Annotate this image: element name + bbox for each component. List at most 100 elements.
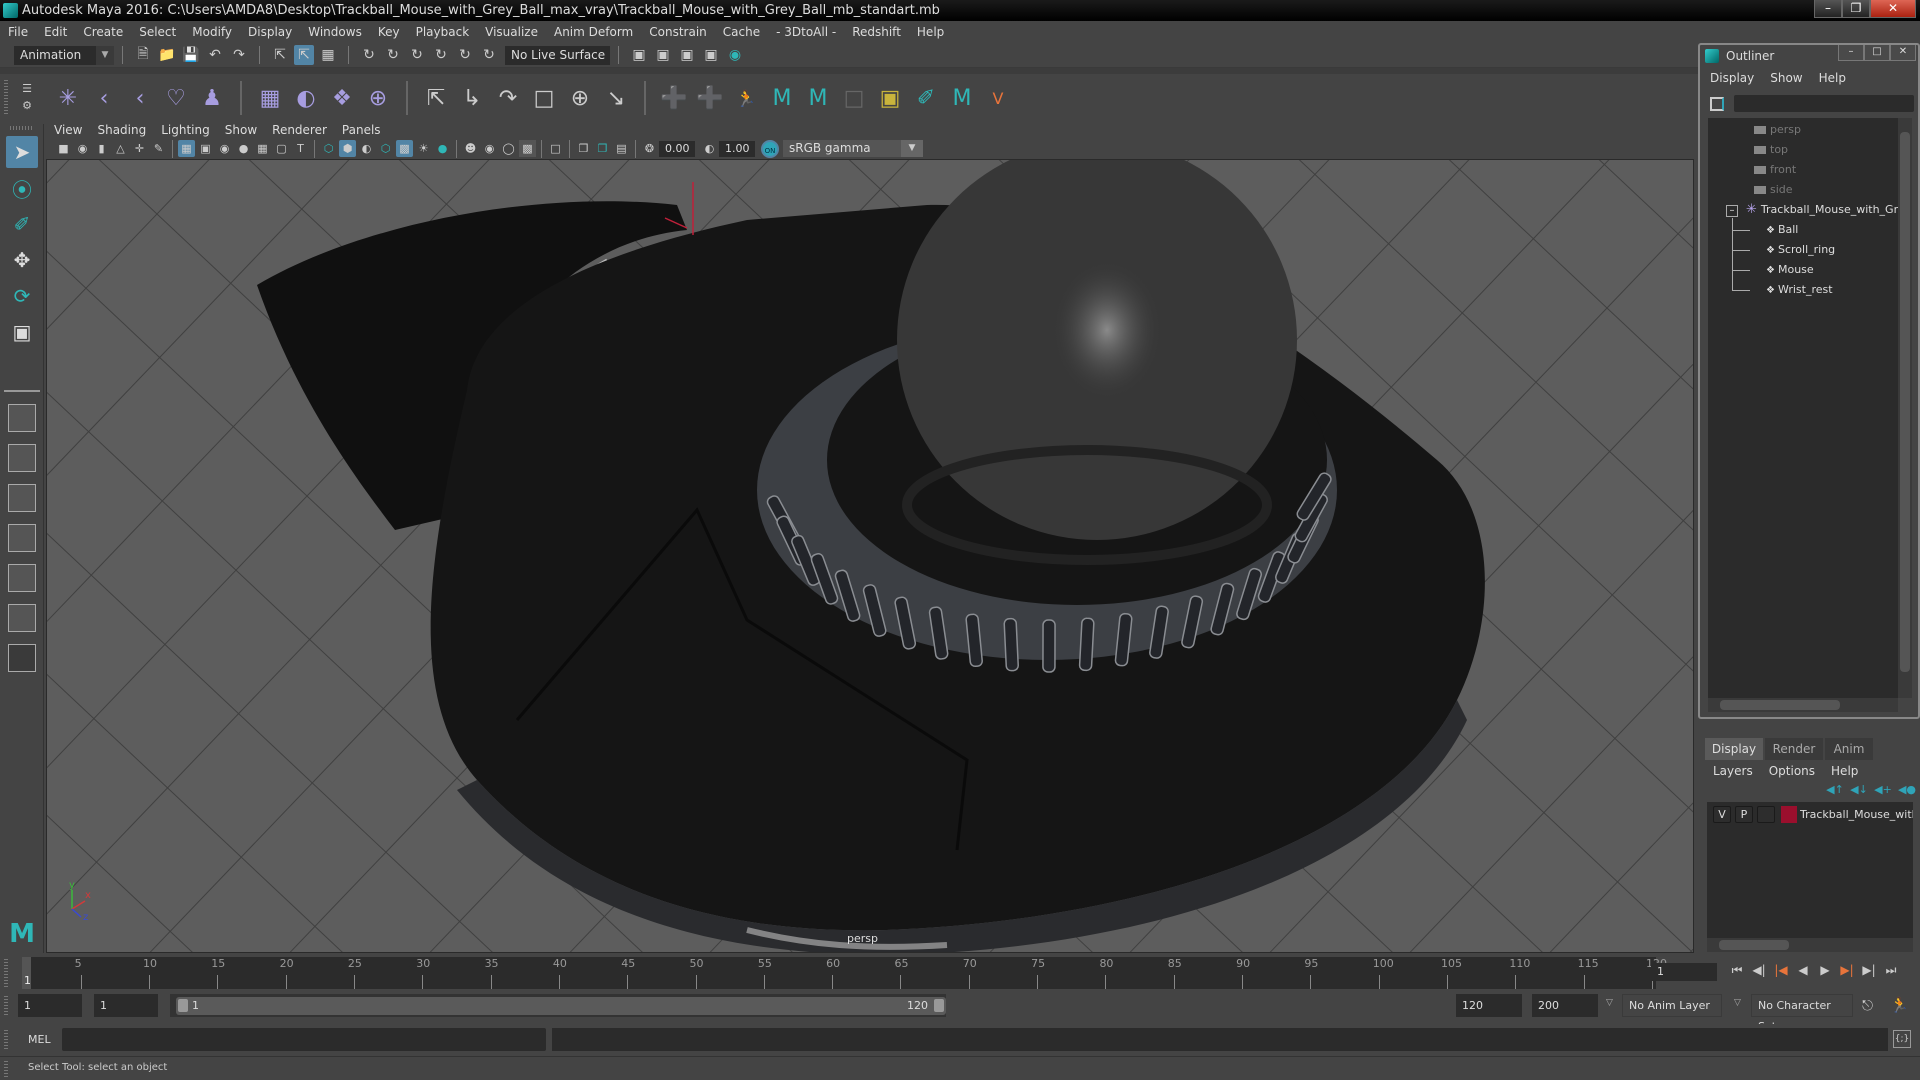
resolution-gate-icon[interactable]: ◉ [216,140,233,157]
range-slider[interactable]: 1 120 [170,994,946,1017]
script-editor-icon[interactable]: {;} [1893,1030,1911,1048]
animation-end-field[interactable]: 200 [1532,994,1598,1017]
tree-item-wrist-rest[interactable]: ❖ Wrist_rest [1732,280,1833,300]
gamma-field[interactable]: 1.00 [719,140,755,157]
outliner-maximize-button[interactable]: □ [1864,45,1890,61]
filter-toggle-icon[interactable] [1710,97,1724,111]
xray-icon[interactable]: ❐ [575,140,592,157]
paint-select-tool-icon[interactable]: ✐ [6,208,38,240]
hypershade-layout-icon[interactable] [8,564,36,592]
tree-item-group[interactable]: – ✳ Trackball_Mouse_with_Gre [1726,200,1898,220]
outliner-search-input[interactable] [1734,95,1914,112]
layer-menu-help[interactable]: Help [1831,764,1858,778]
animation-preferences-icon[interactable]: 🏃 [1890,996,1909,1014]
move-tool-icon[interactable]: ✥ [6,244,38,276]
menu-key[interactable]: Key [378,25,400,39]
scale-tool-icon[interactable]: ▣ [6,316,38,348]
scale-constraint-icon[interactable]: □ [528,82,560,114]
menu-redshift[interactable]: Redshift [852,25,901,39]
menu-help[interactable]: Help [917,25,944,39]
step-forward-key-icon[interactable]: ▶| [1836,963,1858,978]
field-chart-icon[interactable]: ▦ [254,140,271,157]
rotate-tool-icon[interactable]: ⟳ [6,280,38,312]
safe-title-icon[interactable]: T [292,140,309,157]
minimize-button[interactable]: – [1814,0,1842,18]
maximize-button[interactable]: ❐ [1842,0,1870,18]
tree-item-ball[interactable]: ❖ Ball [1732,220,1798,240]
outliner-menu-show[interactable]: Show [1770,71,1802,85]
command-language-label[interactable]: MEL [28,1033,51,1046]
range-start-handle[interactable] [178,999,188,1012]
layer-row[interactable]: V P Trackball_Mouse_with_ [1707,802,1913,827]
2d-pan-zoom-icon[interactable]: ✛ [131,140,148,157]
layer-color-swatch[interactable] [1781,806,1797,823]
set-key-icon[interactable]: ➕ [658,82,690,114]
camera-attributes-icon[interactable]: ◉ [74,140,91,157]
empty-slot-icon[interactable]: □ [838,82,870,114]
safe-action-icon[interactable]: ▢ [273,140,290,157]
tree-item-front[interactable]: front [1754,160,1796,180]
collapse-icon[interactable]: – [1726,205,1738,217]
tree-item-top[interactable]: top [1754,140,1788,160]
shadows-icon[interactable]: ● [434,140,451,157]
snap-surface-icon[interactable]: ↻ [479,45,499,65]
bind-skin-icon[interactable]: ♡ [160,82,192,114]
panel-menu-panels[interactable]: Panels [342,123,381,137]
menu-file[interactable]: File [8,25,28,39]
panel-menu-shading[interactable]: Shading [97,123,146,137]
character-set-dropdown[interactable]: No Character Set [1751,994,1853,1033]
layer-menu-layers[interactable]: Layers [1713,764,1753,778]
snap-curve-icon[interactable]: ↻ [383,45,403,65]
scrollbar-thumb[interactable] [1900,132,1910,672]
outliner-menu-help[interactable]: Help [1819,71,1846,85]
animation-start-field[interactable]: 1 [18,994,82,1017]
grease-pencil-icon[interactable]: ✎ [150,140,167,157]
step-back-key-icon[interactable]: |◀ [1770,963,1792,978]
driven-key-icon[interactable]: ➕ [694,82,726,114]
tab-anim[interactable]: Anim [1825,738,1873,760]
lattice-icon[interactable]: ❖ [326,82,358,114]
paint-weights-icon[interactable]: ▦ [254,82,286,114]
persp-graph-layout-icon[interactable] [8,524,36,552]
menu-create[interactable]: Create [83,25,123,39]
redo-icon[interactable]: ↷ [229,45,249,65]
time-slider-track[interactable]: 1 5 10 15 20 25 30 35 40 45 50 55 60 65 70 75 80 85 90 95 1… [22,957,1667,989]
color-management-toggle[interactable]: ON [761,139,779,158]
range-slider-fill[interactable]: 1 120 [176,997,946,1015]
menu-windows[interactable]: Windows [308,25,362,39]
lasso-tool-icon[interactable]: ⦿ [6,172,38,204]
play-forwards-icon[interactable]: ▶ [1814,963,1836,978]
layer-visibility-toggle[interactable]: V [1713,806,1731,823]
open-scene-icon[interactable]: 📁 [157,45,177,65]
chevron-down-icon[interactable]: ▽ [1606,998,1613,1008]
play-backwards-icon[interactable]: ◀ [1792,963,1814,978]
layer-menu-options[interactable]: Options [1769,764,1815,778]
gamma-icon[interactable]: ◐ [701,140,718,157]
viewport-persp[interactable]: y x z persp [46,159,1694,953]
parent-constraint-icon[interactable]: ⇱ [420,82,452,114]
delete-history-icon[interactable]: ▣ [874,82,906,114]
maya-mash-icon[interactable]: M [766,82,798,114]
isolate-select-icon[interactable]: □ [547,140,564,157]
tab-render[interactable]: Render [1765,738,1823,760]
hik-character-icon[interactable]: ♟ [196,82,228,114]
render-view-icon[interactable]: ▣ [629,45,649,65]
wireframe-on-shaded-icon[interactable]: ⬡ [377,140,394,157]
snap-view-plane-icon[interactable]: ↻ [431,45,451,65]
view-transform-dropdown[interactable]: sRGB gamma ▼ [783,140,923,157]
auto-key-icon[interactable]: ⎋ [1862,998,1873,1014]
save-scene-icon[interactable]: 💾 [181,45,201,65]
step-back-frame-icon[interactable]: ◀| [1748,963,1770,978]
menu-visualize[interactable]: Visualize [485,25,538,39]
range-end-handle[interactable] [934,999,944,1012]
film-gate-icon[interactable]: ▣ [197,140,214,157]
maya-mash-2-icon[interactable]: M [802,82,834,114]
select-object-icon[interactable]: ⇱ [294,45,314,65]
menu-set-dropdown[interactable]: Animation ▼ [14,45,114,65]
hypershade-icon[interactable]: ◉ [725,45,745,65]
scrollbar-thumb[interactable] [1720,700,1840,710]
joint-tool-icon[interactable]: ✳ [52,82,84,114]
new-layer-from-selected-icon[interactable]: ◀● [1895,783,1919,796]
orient-constraint-icon[interactable]: ↷ [492,82,524,114]
single-perspective-layout-icon[interactable] [8,404,36,432]
